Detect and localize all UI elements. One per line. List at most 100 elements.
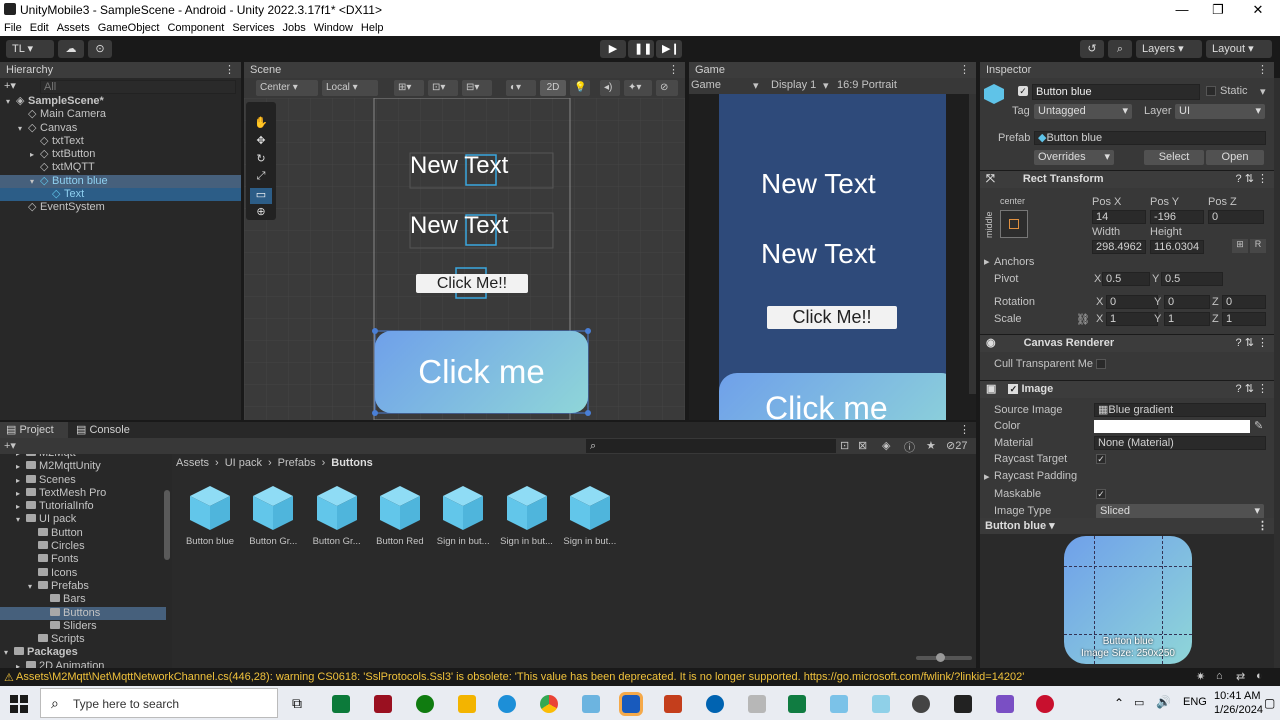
folder-item[interactable]: Sliders bbox=[0, 620, 166, 633]
rot-z-input[interactable]: 0 bbox=[1222, 295, 1266, 309]
maskable-checkbox[interactable]: ✓ bbox=[1096, 489, 1106, 499]
display-dropdown[interactable]: Display 1 ▾ bbox=[771, 79, 831, 92]
add-icon[interactable]: +▾ bbox=[4, 439, 16, 452]
folder-item[interactable]: Buttons bbox=[0, 606, 166, 620]
favorite-icon[interactable]: ★ bbox=[926, 439, 936, 452]
menu-edit[interactable]: Edit bbox=[26, 20, 53, 36]
unity-icon[interactable] bbox=[954, 695, 972, 713]
hierarchy-item[interactable]: ◇ Main Camera bbox=[0, 108, 241, 121]
menu-assets[interactable]: Assets bbox=[53, 20, 94, 36]
cull-transparent-checkbox[interactable] bbox=[1096, 359, 1106, 369]
folder-item[interactable]: Icons bbox=[0, 567, 166, 580]
scale-z-input[interactable]: 1 bbox=[1222, 312, 1266, 326]
game-scrollbar[interactable] bbox=[969, 94, 976, 394]
file-explorer-icon[interactable] bbox=[458, 695, 476, 713]
clock-time[interactable]: 10:41 AM bbox=[1214, 690, 1260, 702]
prefab-asset-icon[interactable] bbox=[505, 484, 549, 532]
app-record-icon[interactable] bbox=[1036, 695, 1054, 713]
language-indicator[interactable]: ENG bbox=[1183, 696, 1207, 708]
shading-icon[interactable]: ◐▾ bbox=[506, 80, 536, 96]
sync-icon[interactable]: ⇄ bbox=[1236, 670, 1245, 683]
audio-icon[interactable]: ◂) bbox=[600, 80, 620, 96]
icon-size-slider[interactable] bbox=[916, 653, 972, 662]
more-icon[interactable]: ⋮ bbox=[1257, 518, 1268, 534]
progress-icon[interactable]: ◐ bbox=[1256, 670, 1263, 682]
prefab-asset-icon[interactable] bbox=[251, 484, 295, 532]
folder-item[interactable]: Fonts bbox=[0, 553, 166, 566]
image-header[interactable]: ▣ ✓ Image ? ⇅ ⋮ bbox=[980, 380, 1274, 398]
hierarchy-item[interactable]: ▾ ◇ Button blue bbox=[0, 174, 241, 189]
move-tool-icon[interactable]: ✥ bbox=[250, 134, 272, 150]
debug-icon[interactable]: ✷ bbox=[1196, 670, 1205, 683]
word-icon[interactable] bbox=[619, 692, 643, 716]
folder-item[interactable]: ▸ TextMesh Pro bbox=[0, 487, 166, 500]
prefab-asset-icon[interactable] bbox=[315, 484, 359, 532]
grid-snap-icon[interactable]: ⊞▾ bbox=[394, 80, 424, 96]
shortcut-icon[interactable]: ⌂ bbox=[1216, 670, 1223, 682]
notification-icon[interactable]: ▢ bbox=[1264, 696, 1275, 710]
foldout-closed-icon[interactable]: ▸ bbox=[16, 487, 26, 500]
folder-item[interactable]: Bars bbox=[0, 593, 166, 606]
width-input[interactable]: 298.4962 bbox=[1092, 240, 1146, 254]
more-icon[interactable]: ⋮ bbox=[668, 62, 679, 78]
overrides-dropdown[interactable]: Overrides ▾ bbox=[1034, 150, 1114, 165]
search-icon[interactable]: ⌕ bbox=[1108, 40, 1132, 58]
pivot-y-input[interactable]: 0.5 bbox=[1161, 272, 1223, 286]
canvas-renderer-header[interactable]: ◉ Canvas Renderer ? ⇅ ⋮ bbox=[980, 334, 1274, 352]
status-bar[interactable]: ⚠ Assets\M2Mqtt\Net\MqttNetworkChannel.c… bbox=[0, 668, 1280, 686]
project-tab[interactable]: ▤ Project bbox=[0, 422, 68, 438]
hierarchy-item[interactable]: ▾ ◈ SampleScene* bbox=[0, 95, 241, 108]
increment-icon[interactable]: ⊟▾ bbox=[462, 80, 492, 96]
anchor-preset-button[interactable] bbox=[1000, 210, 1028, 238]
taskbar-search-box[interactable]: ⌕ Type here to search bbox=[40, 688, 278, 718]
account-button[interactable]: TL ▾ bbox=[6, 40, 54, 58]
source-image-field[interactable]: ▦Blue gradient bbox=[1094, 403, 1266, 417]
prefab-asset-icon[interactable] bbox=[188, 484, 232, 532]
active-checkbox[interactable]: ✓ bbox=[1018, 86, 1028, 96]
menu-gameobject[interactable]: GameObject bbox=[94, 20, 164, 36]
menu-services[interactable]: Services bbox=[228, 20, 278, 36]
windows-start-icon[interactable] bbox=[10, 695, 28, 713]
space-dropdown[interactable]: Local ▾ bbox=[322, 80, 378, 96]
hierarchy-search-input[interactable]: All bbox=[40, 80, 236, 94]
cloud-icon[interactable]: ☁ bbox=[58, 40, 84, 58]
foldout-open-icon[interactable]: ▾ bbox=[4, 646, 14, 659]
clock-date[interactable]: 1/26/2024 bbox=[1214, 704, 1263, 716]
folder-item[interactable]: ▸ M2MqttUnity bbox=[0, 460, 166, 473]
prefab-asset-icon[interactable] bbox=[441, 484, 485, 532]
hierarchy-item[interactable]: ▾ ◇ Canvas bbox=[0, 122, 241, 135]
foldout-open-icon[interactable]: ▾ bbox=[6, 95, 16, 108]
anchors-foldout-icon[interactable]: ▸ bbox=[984, 255, 990, 268]
posx-input[interactable]: 14 bbox=[1092, 210, 1146, 224]
prefab-asset-icon[interactable] bbox=[378, 484, 422, 532]
foldout-closed-icon[interactable]: ▸ bbox=[16, 474, 26, 487]
static-checkbox[interactable] bbox=[1206, 86, 1216, 96]
folder-item[interactable]: ▾ Packages bbox=[0, 646, 166, 659]
more-icon[interactable]: ⋮ bbox=[224, 62, 235, 78]
foldout-open-icon[interactable]: ▾ bbox=[16, 513, 26, 526]
pivot-dropdown[interactable]: Center ▾ bbox=[256, 80, 318, 96]
folder-item[interactable]: Button bbox=[0, 527, 166, 540]
folder-item[interactable]: ▸ 2D Animation bbox=[0, 660, 166, 668]
blueprint-icon[interactable]: ⊞ bbox=[1232, 239, 1248, 253]
task-view-icon[interactable]: ⧉ bbox=[292, 695, 310, 713]
foldout-open-icon[interactable]: ▾ bbox=[18, 122, 28, 135]
lighting-icon[interactable]: 💡 bbox=[570, 80, 590, 96]
maps-icon[interactable] bbox=[706, 695, 724, 713]
volume-icon[interactable]: 🔊 bbox=[1156, 695, 1171, 709]
folder-item[interactable]: ▸ TutorialInfo bbox=[0, 500, 166, 513]
component-menu-icon[interactable]: ? ⇅ ⋮ bbox=[1236, 335, 1268, 352]
pivot-x-input[interactable]: 0.5 bbox=[1102, 272, 1150, 286]
history-icon[interactable]: ↺ bbox=[1080, 40, 1104, 58]
xbox-icon[interactable] bbox=[416, 695, 434, 713]
scale-y-input[interactable]: 1 bbox=[1164, 312, 1210, 326]
preview-header[interactable]: Button blue ▾ ⋮ bbox=[980, 518, 1274, 534]
height-input[interactable]: 116.0304 bbox=[1150, 240, 1204, 254]
inspector-tab[interactable]: Inspector ⋮ bbox=[980, 62, 1274, 78]
hierarchy-item[interactable]: ◇ txtMQTT bbox=[0, 161, 241, 174]
color-swatch[interactable] bbox=[1094, 420, 1250, 433]
folder-item[interactable]: ▸ Scenes bbox=[0, 474, 166, 487]
game-click-me-small[interactable]: Click Me!! bbox=[767, 306, 897, 329]
menu-window[interactable]: Window bbox=[310, 20, 357, 36]
foldout-closed-icon[interactable]: ▸ bbox=[16, 660, 26, 668]
